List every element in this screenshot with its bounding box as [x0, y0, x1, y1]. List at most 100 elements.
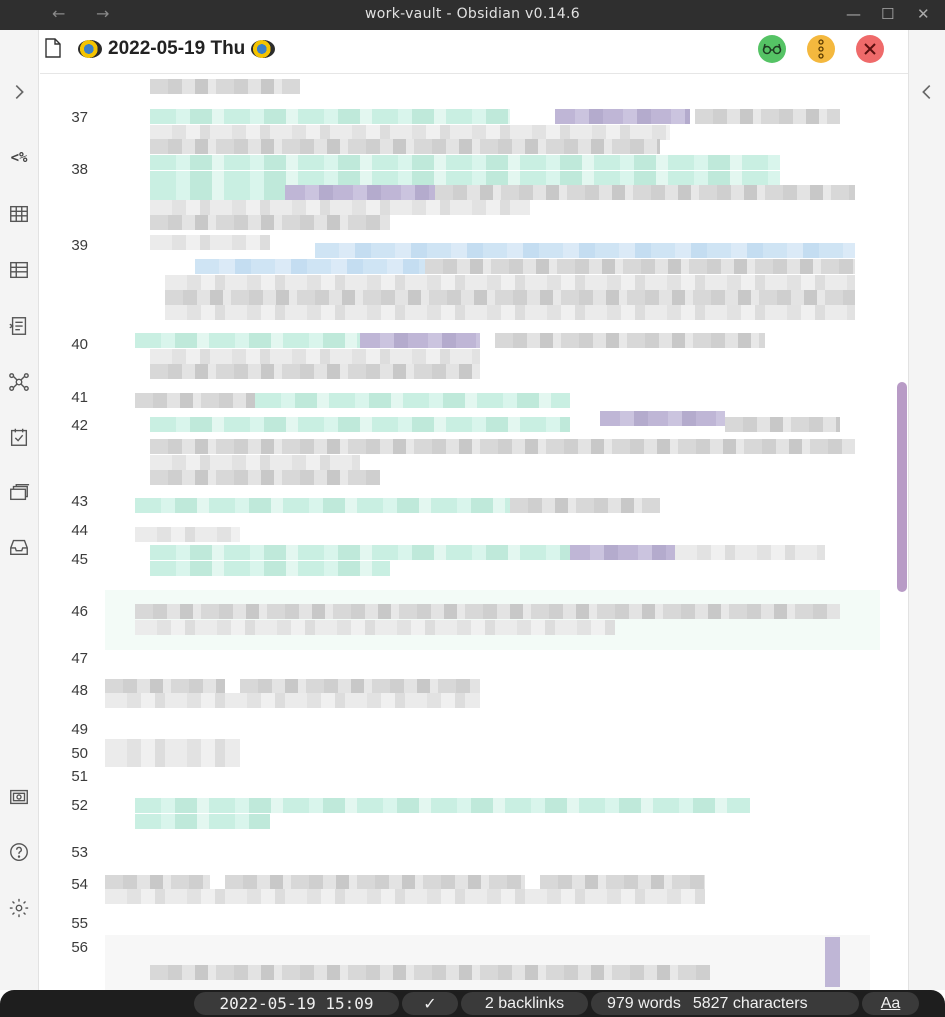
blurred-text	[695, 109, 840, 124]
line-number: 56	[71, 939, 88, 956]
blurred-text	[150, 364, 480, 379]
templater-icon[interactable]: <%	[7, 146, 31, 170]
blurred-text	[150, 235, 270, 250]
line-number: 55	[71, 915, 88, 932]
line-number: 41	[71, 389, 88, 406]
vault-icon[interactable]	[7, 785, 31, 809]
blurred-text	[135, 814, 270, 829]
blurred-text	[725, 417, 840, 432]
blurred-text	[150, 455, 360, 470]
sync-status-icon[interactable]: ✓	[402, 992, 458, 1015]
blurred-text	[150, 139, 660, 154]
inbox-icon[interactable]	[7, 535, 31, 559]
blurred-text	[255, 393, 570, 408]
line-number: 52	[71, 797, 88, 814]
close-note-button[interactable]	[856, 35, 884, 63]
line-number: 51	[71, 768, 88, 785]
help-icon[interactable]	[7, 840, 31, 864]
blurred-text	[150, 545, 570, 560]
blurred-text	[495, 333, 765, 348]
blurred-text	[105, 889, 705, 904]
blurred-text	[150, 215, 390, 230]
form-icon[interactable]	[7, 314, 31, 338]
note-title-text: 2022-05-19 Thu	[108, 38, 246, 59]
status-words: 979 words	[607, 994, 681, 1012]
chevron-left-icon[interactable]	[915, 80, 939, 104]
blurred-text	[135, 527, 240, 542]
blurred-link	[285, 185, 435, 200]
blurred-text	[150, 200, 530, 215]
blurred-text	[150, 439, 855, 454]
blurred-text	[105, 679, 225, 694]
blurred-text	[240, 679, 480, 694]
line-number: 45	[71, 551, 88, 568]
line-number: 39	[71, 237, 88, 254]
status-characters: 5827 characters	[692, 994, 808, 1012]
blurred-text	[150, 965, 710, 980]
spinning-arrows-icon	[251, 40, 276, 58]
line-number: 37	[71, 109, 88, 126]
blurred-text	[165, 305, 855, 320]
title-bar: ← → work-vault - Obsidian v0.14.6 — ☐ ✕	[0, 0, 945, 30]
spinning-arrows-icon	[78, 40, 102, 58]
line-number: 54	[71, 876, 88, 893]
right-ribbon	[908, 30, 945, 990]
blurred-text	[435, 185, 855, 200]
line-number: 48	[71, 682, 88, 699]
status-word-count: 979 words 5827 characters	[591, 992, 859, 1015]
cards-icon[interactable]	[7, 480, 31, 504]
blurred-text	[135, 798, 750, 813]
line-number: 46	[71, 603, 88, 620]
line-number: 42	[71, 417, 88, 434]
status-bar: 2022-05-19 15:09 ✓ 2 backlinks 979 words…	[0, 990, 945, 1017]
close-icon	[864, 43, 876, 55]
table-alt-icon[interactable]	[7, 258, 31, 282]
blurred-text	[150, 155, 780, 170]
blurred-text	[150, 470, 380, 485]
blurred-text	[135, 604, 840, 619]
minimize-button[interactable]: —	[846, 5, 861, 23]
blurred-text	[225, 875, 525, 890]
line-number: 44	[71, 522, 88, 539]
note-title[interactable]: 2022-05-19 Thu	[78, 38, 276, 60]
blurred-link	[315, 243, 855, 258]
line-number: 40	[71, 336, 88, 353]
blurred-text	[135, 498, 510, 513]
blurred-text	[105, 875, 210, 890]
blurred-text	[150, 125, 670, 140]
blurred-text	[165, 290, 855, 305]
blurred-text	[150, 417, 570, 432]
blurred-text	[675, 545, 825, 560]
status-backlinks[interactable]: 2 backlinks	[461, 992, 588, 1015]
editor-scrollbar[interactable]	[897, 382, 907, 592]
status-datetime: 2022-05-19 15:09	[194, 992, 399, 1015]
font-toggle-button[interactable]: Aa	[862, 992, 919, 1015]
blurred-text	[135, 333, 360, 348]
blurred-text	[510, 498, 660, 513]
reading-mode-button[interactable]	[758, 35, 786, 63]
calendar-check-icon[interactable]	[7, 425, 31, 449]
blurred-text	[150, 79, 300, 94]
blurred-link	[825, 937, 840, 987]
more-options-button[interactable]	[807, 35, 835, 63]
blurred-text	[150, 349, 480, 364]
blurred-link	[195, 259, 425, 274]
blurred-link	[360, 333, 480, 348]
window-title: work-vault - Obsidian v0.14.6	[365, 6, 580, 22]
blurred-callout	[105, 935, 870, 990]
blurred-text	[150, 109, 510, 124]
left-ribbon: <%	[0, 30, 39, 990]
document-icon	[45, 38, 61, 58]
maximize-button[interactable]: ☐	[881, 5, 894, 23]
graph-icon[interactable]	[7, 370, 31, 394]
blurred-text	[135, 393, 255, 408]
window-close-button[interactable]: ✕	[917, 5, 930, 23]
table-icon[interactable]	[7, 202, 31, 226]
blurred-link	[555, 109, 690, 124]
settings-icon[interactable]	[7, 896, 31, 920]
more-vertical-icon	[818, 39, 824, 59]
blurred-text	[105, 693, 480, 708]
chevron-right-icon[interactable]	[7, 80, 31, 104]
editor-pane[interactable]: 37 38 39 40 41 42 43 44 45 46 47 48 49 5…	[40, 75, 896, 990]
note-header: 2022-05-19 Thu	[40, 30, 908, 74]
